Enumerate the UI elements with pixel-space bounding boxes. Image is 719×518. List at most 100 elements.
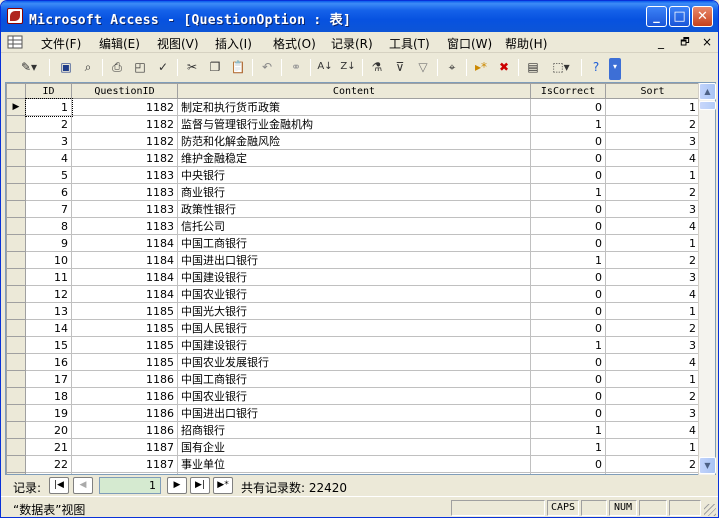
cell-iscorrect[interactable]: 0 bbox=[530, 217, 606, 235]
cell-sort[interactable]: 2 bbox=[605, 115, 700, 133]
row-selector[interactable] bbox=[6, 183, 26, 201]
row-selector[interactable] bbox=[6, 370, 26, 388]
table-row[interactable]: 2 1182 监督与管理银行业金融机构 1 2 bbox=[6, 115, 700, 133]
cell-sort[interactable]: 3 bbox=[605, 132, 700, 150]
column-header-iscorrect[interactable]: IsCorrect bbox=[530, 83, 606, 99]
cell-iscorrect[interactable]: 0 bbox=[530, 387, 606, 405]
row-selector[interactable]: ▶ bbox=[6, 98, 26, 116]
row-selector[interactable] bbox=[6, 421, 26, 439]
cell-iscorrect[interactable]: 0 bbox=[530, 132, 606, 150]
cell-questionid[interactable]: 1184 bbox=[71, 285, 178, 303]
cell-content[interactable]: 中国建设银行 bbox=[177, 268, 531, 286]
cell-questionid[interactable]: 1183 bbox=[71, 183, 178, 201]
cell-sort[interactable]: 3 bbox=[605, 472, 700, 474]
table-row[interactable]: 4 1182 维护金融稳定 0 4 bbox=[6, 149, 700, 167]
column-header-questionid[interactable]: QuestionID bbox=[71, 83, 178, 99]
cell-content[interactable]: 中央银行 bbox=[177, 166, 531, 184]
cell-iscorrect[interactable]: 1 bbox=[530, 336, 606, 354]
close-button[interactable]: ✕ bbox=[692, 6, 713, 27]
cell-content[interactable]: 中国工商银行 bbox=[177, 370, 531, 388]
scroll-thumb[interactable] bbox=[699, 101, 716, 110]
cell-id[interactable]: 2 bbox=[25, 115, 72, 133]
cell-id[interactable]: 9 bbox=[25, 234, 72, 252]
menu-records[interactable]: 记录(R) bbox=[331, 35, 373, 52]
cell-iscorrect[interactable]: 0 bbox=[530, 472, 606, 474]
cell-content[interactable]: 中国工商银行 bbox=[177, 234, 531, 252]
find-icon[interactable]: ⌖ bbox=[443, 58, 461, 76]
cell-content[interactable]: 国家机关 bbox=[177, 472, 531, 474]
cell-questionid[interactable]: 1183 bbox=[71, 217, 178, 235]
doc-restore-button[interactable]: 🗗 bbox=[677, 35, 693, 52]
column-header-sort[interactable]: Sort bbox=[605, 83, 700, 99]
cell-sort[interactable]: 3 bbox=[605, 336, 700, 354]
cell-questionid[interactable]: 1182 bbox=[71, 115, 178, 133]
cell-sort[interactable]: 1 bbox=[605, 166, 700, 184]
cell-id[interactable]: 17 bbox=[25, 370, 72, 388]
row-selector[interactable] bbox=[6, 302, 26, 320]
table-row[interactable]: 7 1183 政策性银行 0 3 bbox=[6, 200, 700, 218]
new-record-button[interactable]: ▶* bbox=[213, 477, 233, 494]
row-selector[interactable] bbox=[6, 387, 26, 405]
cell-questionid[interactable]: 1186 bbox=[71, 387, 178, 405]
menu-file[interactable]: 文件(F) bbox=[41, 35, 81, 52]
table-row[interactable]: 18 1186 中国农业银行 0 2 bbox=[6, 387, 700, 405]
cell-content[interactable]: 维护金融稳定 bbox=[177, 149, 531, 167]
table-row[interactable]: ▶ 1 1182 制定和执行货币政策 0 1 bbox=[6, 97, 700, 117]
delete-record-icon[interactable]: ✖ bbox=[495, 58, 513, 76]
cell-questionid[interactable]: 1185 bbox=[71, 336, 178, 354]
cell-iscorrect[interactable]: 0 bbox=[530, 302, 606, 320]
database-window-icon[interactable]: ▤ bbox=[524, 58, 542, 76]
column-header-id[interactable]: ID bbox=[25, 83, 72, 99]
table-row[interactable]: 16 1185 中国农业发展银行 0 4 bbox=[6, 353, 700, 371]
cell-content[interactable]: 中国光大银行 bbox=[177, 302, 531, 320]
cell-id[interactable]: 10 bbox=[25, 251, 72, 269]
cell-questionid[interactable]: 1186 bbox=[71, 404, 178, 422]
table-row[interactable]: 10 1184 中国进出口银行 1 2 bbox=[6, 251, 700, 269]
cell-sort[interactable]: 2 bbox=[605, 319, 700, 337]
row-selector[interactable] bbox=[6, 149, 26, 167]
menu-edit[interactable]: 编辑(E) bbox=[99, 35, 140, 52]
table-row[interactable]: 20 1186 招商银行 1 4 bbox=[6, 421, 700, 439]
cell-sort[interactable]: 4 bbox=[605, 285, 700, 303]
datasheet-icon[interactable] bbox=[7, 35, 23, 49]
menu-tools[interactable]: 工具(T) bbox=[389, 35, 430, 52]
cell-sort[interactable]: 2 bbox=[605, 387, 700, 405]
cell-id[interactable]: 7 bbox=[25, 200, 72, 218]
cell-sort[interactable]: 2 bbox=[605, 183, 700, 201]
cell-iscorrect[interactable]: 0 bbox=[530, 353, 606, 371]
undo-icon[interactable]: ↶ bbox=[258, 58, 276, 76]
row-selector[interactable] bbox=[6, 132, 26, 150]
cell-questionid[interactable]: 1183 bbox=[71, 200, 178, 218]
cell-id[interactable]: 18 bbox=[25, 387, 72, 405]
cell-iscorrect[interactable]: 0 bbox=[530, 319, 606, 337]
cell-iscorrect[interactable]: 0 bbox=[530, 149, 606, 167]
search-icon[interactable]: ⌕ bbox=[79, 58, 97, 76]
cell-content[interactable]: 商业银行 bbox=[177, 183, 531, 201]
cell-iscorrect[interactable]: 0 bbox=[530, 166, 606, 184]
table-row[interactable]: 14 1185 中国人民银行 0 2 bbox=[6, 319, 700, 337]
row-selector[interactable] bbox=[6, 217, 26, 235]
cell-iscorrect[interactable]: 0 bbox=[530, 234, 606, 252]
sort-ascending-icon[interactable]: A↓ bbox=[316, 58, 334, 76]
cell-content[interactable]: 中国农业银行 bbox=[177, 387, 531, 405]
table-row[interactable]: 5 1183 中央银行 0 1 bbox=[6, 166, 700, 184]
menu-format[interactable]: 格式(O) bbox=[273, 35, 316, 52]
title-bar[interactable]: Microsoft Access - [QuestionOption : 表] … bbox=[1, 1, 718, 32]
help-icon[interactable]: ? bbox=[587, 58, 605, 76]
cell-content[interactable]: 政策性银行 bbox=[177, 200, 531, 218]
cell-content[interactable]: 中国农业银行 bbox=[177, 285, 531, 303]
table-row[interactable]: 8 1183 信托公司 0 4 bbox=[6, 217, 700, 235]
copy-icon[interactable]: ❐ bbox=[206, 58, 224, 76]
cell-sort[interactable]: 1 bbox=[605, 438, 700, 456]
new-record-icon[interactable]: ▸* bbox=[472, 58, 490, 76]
cell-id[interactable]: 22 bbox=[25, 455, 72, 473]
hyperlink-icon[interactable]: ⚭ bbox=[287, 58, 305, 76]
vertical-scrollbar[interactable]: ▲ ▼ bbox=[698, 83, 716, 475]
menu-view[interactable]: 视图(V) bbox=[157, 35, 199, 52]
cell-sort[interactable]: 1 bbox=[605, 370, 700, 388]
next-record-button[interactable]: ▶ bbox=[167, 477, 187, 494]
select-all-cell[interactable] bbox=[6, 83, 26, 99]
cell-id[interactable]: 1 bbox=[24, 97, 73, 117]
cell-content[interactable]: 招商银行 bbox=[177, 421, 531, 439]
cell-sort[interactable]: 3 bbox=[605, 268, 700, 286]
